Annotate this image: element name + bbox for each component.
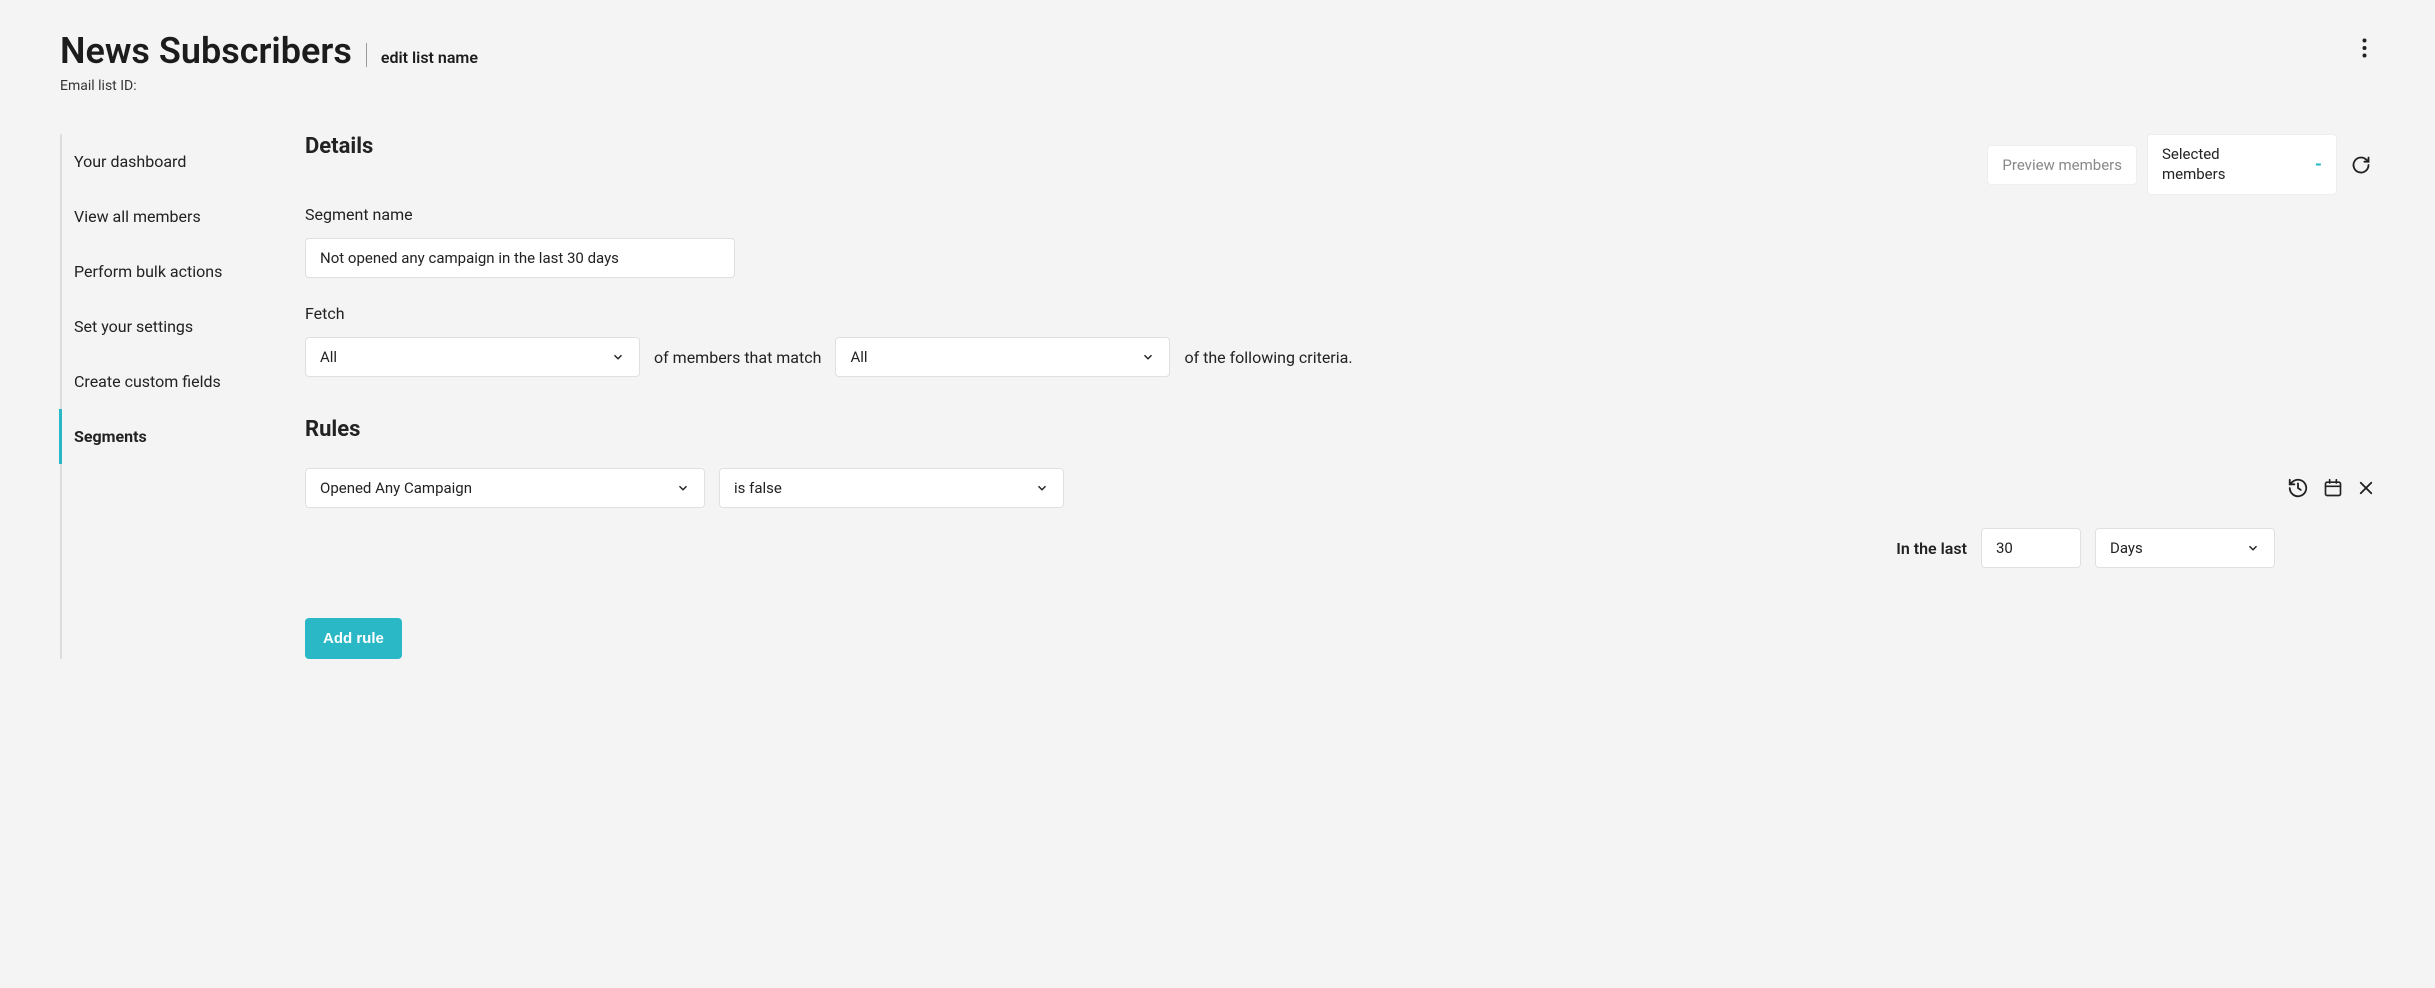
rule-condition-select[interactable]: is false <box>719 468 1064 508</box>
preview-members-button[interactable]: Preview members <box>1987 145 2137 185</box>
sidebar-item-custom-fields[interactable]: Create custom fields <box>59 354 305 409</box>
timeframe-unit-value: Days <box>2110 539 2143 557</box>
timeframe-value-input[interactable]: 30 <box>1981 528 2081 568</box>
match-type-value: All <box>850 348 867 366</box>
timeframe-value: 30 <box>1996 539 2013 557</box>
fetch-quantity-select[interactable]: All <box>305 337 640 377</box>
sidebar-item-members[interactable]: View all members <box>59 189 305 244</box>
history-icon <box>2287 477 2309 499</box>
match-type-select[interactable]: All <box>835 337 1170 377</box>
fetch-mid-text: of members that match <box>654 348 821 367</box>
timeframe-label: In the last <box>1896 539 1967 558</box>
rule-remove-button[interactable] <box>2357 479 2375 497</box>
selected-members-label: Selected members <box>2162 145 2242 184</box>
title-separator <box>366 43 367 67</box>
page-title: News Subscribers <box>60 30 352 72</box>
fetch-quantity-value: All <box>320 348 337 366</box>
selected-members-count: - <box>2315 154 2322 175</box>
more-options-button[interactable] <box>2354 30 2375 66</box>
calendar-icon <box>2323 478 2343 498</box>
kebab-icon <box>2362 38 2367 58</box>
sidebar: Your dashboard View all members Perform … <box>60 134 305 659</box>
details-heading: Details <box>305 134 373 159</box>
sidebar-item-settings[interactable]: Set your settings <box>59 299 305 354</box>
sidebar-item-dashboard[interactable]: Your dashboard <box>59 134 305 189</box>
email-list-id-label: Email list ID: <box>60 78 478 94</box>
add-rule-button[interactable]: Add rule <box>305 618 402 659</box>
fetch-end-text: of the following criteria. <box>1184 348 1352 367</box>
rule-date-button[interactable] <box>2323 478 2343 498</box>
chevron-down-icon <box>2246 541 2260 555</box>
close-icon <box>2357 479 2375 497</box>
refresh-icon <box>2351 155 2371 175</box>
edit-list-name-link[interactable]: edit list name <box>381 48 478 67</box>
segment-name-input[interactable] <box>305 238 735 278</box>
segment-name-label: Segment name <box>305 205 2375 224</box>
fetch-label: Fetch <box>305 304 2375 323</box>
chevron-down-icon <box>611 350 625 364</box>
rules-heading: Rules <box>305 417 2375 442</box>
chevron-down-icon <box>1141 350 1155 364</box>
sidebar-item-segments[interactable]: Segments <box>59 409 305 464</box>
rule-field-value: Opened Any Campaign <box>320 479 472 497</box>
timeframe-unit-select[interactable]: Days <box>2095 528 2275 568</box>
rule-field-select[interactable]: Opened Any Campaign <box>305 468 705 508</box>
refresh-button[interactable] <box>2347 151 2375 179</box>
chevron-down-icon <box>676 481 690 495</box>
chevron-down-icon <box>1035 481 1049 495</box>
selected-members-badge: Selected members - <box>2147 134 2337 195</box>
rule-history-button[interactable] <box>2287 477 2309 499</box>
sidebar-item-bulk-actions[interactable]: Perform bulk actions <box>59 244 305 299</box>
rule-condition-value: is false <box>734 479 782 497</box>
